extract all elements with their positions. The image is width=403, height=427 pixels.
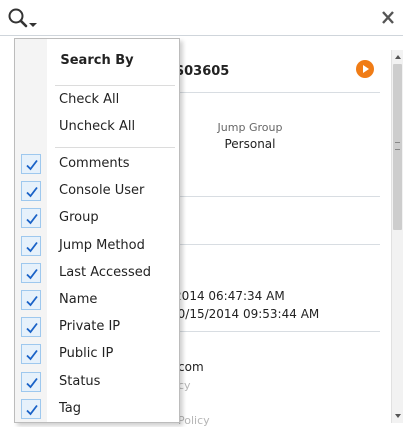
clear-search-button[interactable] [375, 6, 399, 30]
check-icon [26, 159, 38, 171]
search-field-label: Comments [59, 156, 130, 171]
search-field-status[interactable]: Status [15, 369, 179, 396]
search-field-label: Private IP [59, 319, 121, 335]
search-field-public-ip[interactable]: Public IP [15, 341, 179, 368]
checkbox[interactable] [21, 317, 41, 338]
search-field-last-accessed[interactable]: Last Accessed [15, 260, 179, 287]
check-icon [26, 268, 38, 280]
policy-text: Policy [178, 414, 210, 427]
menu-separator [55, 85, 175, 86]
divider [170, 196, 380, 197]
created-value: 10/15/2014 09:53:44 AM [170, 307, 320, 321]
jump-group-label: Jump Group [217, 121, 283, 134]
check-icon [26, 404, 38, 416]
search-by-menu-button[interactable] [6, 6, 46, 30]
check-icon [26, 350, 38, 361]
check-icon [26, 241, 38, 252]
checkbox[interactable] [21, 262, 41, 283]
check-icon [26, 295, 38, 307]
vertical-scrollbar[interactable] [391, 50, 403, 423]
search-field-tag[interactable]: Tag [15, 396, 179, 423]
checkbox[interactable] [21, 235, 41, 256]
search-bar [0, 0, 403, 36]
caret-down-icon [29, 23, 37, 27]
play-icon[interactable] [356, 60, 374, 78]
console-user-value: com [178, 360, 204, 374]
search-field-label: Jump Method [59, 237, 145, 253]
search-field-label: Console User [59, 183, 145, 199]
last-accessed-value: /2014 06:47:34 AM [170, 289, 285, 303]
uncheck-all-label: Uncheck All [59, 119, 136, 134]
checkbox[interactable] [21, 371, 41, 392]
search-field-name[interactable]: Name [15, 287, 179, 314]
checkbox[interactable] [21, 398, 41, 419]
search-field-label: Status [59, 373, 101, 389]
check-all-item[interactable]: Check All [15, 87, 179, 114]
scroll-up-button[interactable] [392, 50, 403, 64]
checkbox[interactable] [21, 344, 41, 365]
search-field-group[interactable]: Group [15, 205, 179, 232]
search-field-private-ip[interactable]: Private IP [15, 314, 179, 341]
search-field-label: Tag [59, 400, 82, 416]
search-input[interactable] [48, 8, 368, 28]
search-field-label: Name [59, 292, 98, 307]
search-field-console-user[interactable]: Console User [15, 178, 179, 205]
checkbox[interactable] [21, 181, 41, 202]
close-icon [382, 11, 394, 24]
scroll-down-button[interactable] [392, 409, 403, 423]
divider [170, 92, 380, 93]
check-icon [26, 377, 38, 388]
search-by-menu: Search By Check All Uncheck All Comments… [14, 38, 180, 423]
check-icon [26, 187, 38, 198]
check-icon [26, 214, 38, 225]
checkbox[interactable] [21, 208, 41, 229]
checkbox[interactable] [21, 154, 41, 174]
divider [170, 331, 380, 332]
uncheck-all-item[interactable]: Uncheck All [15, 114, 179, 141]
search-field-label: Group [59, 210, 99, 226]
menu-header: Search By [60, 53, 134, 68]
search-field-label: Public IP [59, 346, 114, 362]
search-field-label: Last Accessed [59, 264, 151, 280]
check-all-label: Check All [59, 92, 120, 107]
menu-separator [55, 147, 175, 148]
jump-group-value: Personal [224, 137, 276, 151]
scroll-thumb[interactable] [393, 64, 402, 230]
search-field-jump-method[interactable]: Jump Method [15, 233, 179, 260]
divider [170, 244, 380, 245]
checkbox[interactable] [21, 290, 41, 310]
check-icon [26, 323, 38, 334]
search-icon [8, 8, 37, 28]
search-field-comments[interactable]: Comments [15, 151, 179, 178]
